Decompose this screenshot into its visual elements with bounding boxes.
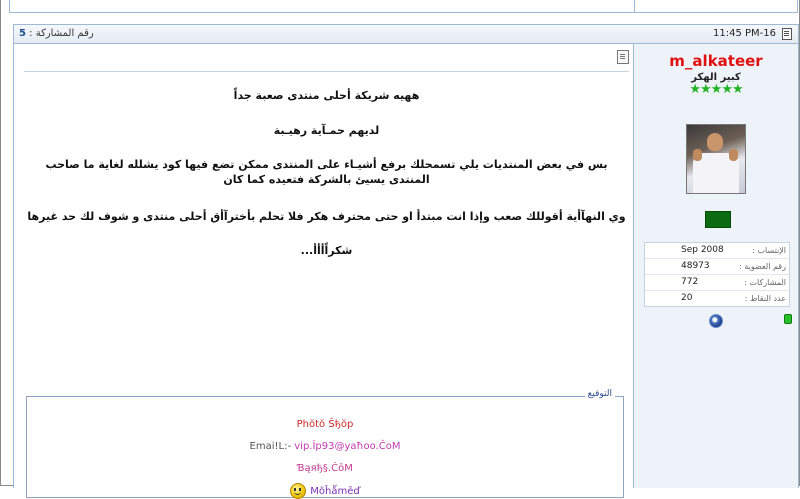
smiley-icon [290,483,307,499]
post-icon [617,50,629,64]
info-value: 20 [681,293,693,303]
post-number[interactable]: رقم المشاركة : 5 [19,28,94,39]
reputation-icon [705,211,731,228]
user-info-table: الإنتساب : Sep 2008 رقم العضوية : 48973 ال… [644,242,790,307]
user-sidebar: m_alkateer كبير الهكر ★★★★★ الإنتساب : Se… [633,44,798,488]
message-line: بس في بعض المنتديات يلي تسمحلك برفع أشيـ… [45,158,608,186]
previous-post-divider [634,0,635,12]
signature-line: Phŏtŏ Ŝђŏp [296,419,354,430]
info-label: عدد النقاط : [744,294,786,303]
profile-link-icon[interactable] [709,314,723,328]
email-label: Emai!L:- [249,441,292,452]
email-value: vip.İp93@yaħoo.ČoM [294,441,401,452]
info-value: 48973 [681,261,710,271]
post-number-value: 5 [19,28,26,39]
previous-post-bottom [9,0,798,13]
info-row-member-id: رقم العضوية : 48973 [645,259,789,275]
avatar-hand [729,149,738,161]
forum-post: 11:45 PM-16 رقم المشاركة : 5 ههيه شريكة … [13,24,799,499]
info-value: Sep 2008 [681,245,724,255]
signature-name: Mŏĥǻmēď [27,483,623,499]
signature-name-text: Mŏĥǻmēď [310,486,360,497]
signature-line: Ɓąяђ§.ĊōM [297,463,353,474]
message-line: ههيه شريكة أحلى منتدى صعبة جداً [233,89,420,102]
online-status-icon [784,314,792,324]
signature-email: Emai!L:- vip.İp93@yaħoo.ČoM [27,441,623,452]
info-label: المشاركات : [744,278,786,287]
message-line: شكراًأأأ... [300,244,353,257]
signature-box: التوقيع Phŏtŏ Ŝђŏp Emai!L:- vip.İp93@yaħ… [26,389,624,499]
info-row-posts: المشاركات : 772 [645,275,789,291]
avatar-hand [693,149,702,161]
post-time: 11:45 PM-16 [713,28,776,39]
info-row-joined: الإنتساب : Sep 2008 [645,243,789,259]
info-label: رقم العضوية : [739,262,786,271]
info-label: الإنتساب : [752,246,786,255]
info-value: 772 [681,277,699,287]
message-line: وي النهآأية أقوللك صعب وإذا انت مبتدأ او… [27,210,626,223]
post-header: 11:45 PM-16 رقم المشاركة : 5 [14,25,798,44]
info-row-points: عدد النقاط : 20 [645,291,789,306]
username-link[interactable]: m_alkateer [634,52,798,70]
avatar-head [707,133,723,151]
rank-stars-icon: ★★★★★ [689,82,743,97]
post-content: ههيه شريكة أحلى منتدى صعبة جداً لديهم حم… [14,44,633,499]
avatar [686,124,746,194]
message-line: لديهم حمـآية رهيـبة [273,124,380,137]
signature-legend: التوقيع [584,389,615,399]
document-icon [782,28,792,40]
content-divider [24,71,629,72]
post-number-label: رقم المشاركة : [29,28,94,39]
